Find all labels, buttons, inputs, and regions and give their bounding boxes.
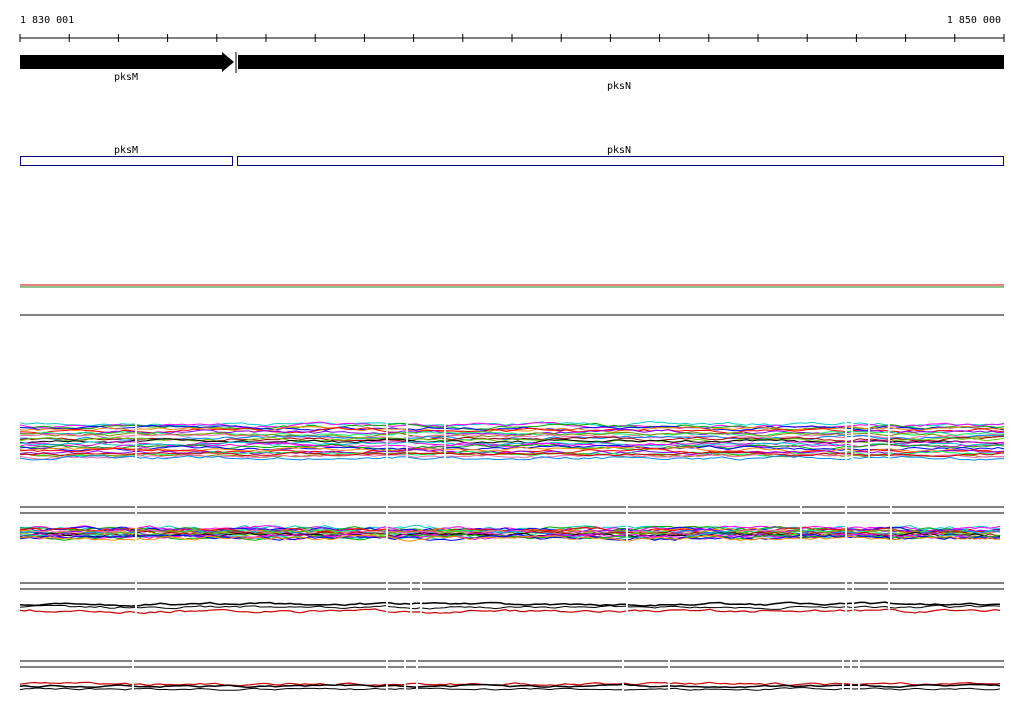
signal-track-multicolor-1 (19, 418, 1005, 462)
coverage-gap (406, 418, 408, 462)
coverage-gap (668, 658, 670, 700)
coverage-gap (420, 580, 422, 622)
signal-track-red-black-2 (19, 658, 1004, 700)
signal-line (19, 454, 1004, 461)
ruler-end-label: 1 850 000 (947, 15, 1001, 26)
gene-label-pksM: pksM (114, 72, 138, 83)
coverage-gap (800, 505, 802, 550)
annotation-box-pksN[interactable] (237, 156, 1004, 166)
coverage-gap (386, 418, 388, 462)
coordinate-ruler: 1 830 001 1 850 000 (19, 15, 1005, 42)
coverage-gap (868, 418, 870, 462)
coverage-gap (850, 658, 852, 700)
coverage-gap (842, 658, 844, 700)
signal-track-multicolor-2 (19, 505, 1004, 550)
annotation-track: pksM pksN (20, 145, 1004, 166)
coverage-gap (845, 505, 847, 550)
coverage-gap (626, 505, 628, 550)
coverage-gap (858, 658, 860, 700)
coverage-gap (888, 580, 890, 622)
coverage-gap (416, 658, 418, 700)
coverage-gap (404, 658, 406, 700)
coverage-gap (386, 580, 388, 622)
coverage-gap (622, 658, 624, 700)
ruler-ticks (19, 34, 1005, 42)
annotation-box-pksM[interactable] (20, 156, 233, 166)
coverage-gap (845, 580, 847, 622)
coverage-gap (845, 418, 847, 462)
coverage-gap (132, 658, 134, 700)
coverage-gap (410, 580, 412, 622)
coverage-gap (386, 505, 388, 550)
genome-view: 1 830 001 1 850 000 pksM pksN pksM pksN (19, 15, 1005, 700)
gene-label-pksN: pksN (607, 81, 631, 92)
coverage-gap (386, 658, 388, 700)
feature-line-track (20, 284, 1004, 316)
coverage-gap (890, 505, 892, 550)
gene-arrow-pksM[interactable] (20, 52, 234, 72)
coverage-gap (852, 580, 854, 622)
genome-browser: 1 830 001 1 850 000 pksM pksN pksM pksN (0, 0, 1024, 714)
ruler-start-label: 1 830 001 (20, 15, 74, 26)
signal-line-black (19, 687, 1001, 691)
gene-track: pksM pksN (20, 52, 1004, 92)
coverage-gap (444, 418, 446, 462)
annotation-label-pksN: pksN (607, 145, 631, 156)
coverage-gap (135, 505, 137, 550)
coverage-gap (888, 418, 890, 462)
coverage-gap (851, 418, 853, 462)
coverage-gap (135, 418, 137, 462)
coverage-gap (135, 580, 137, 622)
annotation-label-pksM: pksM (114, 145, 138, 156)
coverage-gap (626, 580, 628, 622)
signal-track-red-black-1 (19, 580, 1004, 622)
gene-bar-pksN[interactable] (238, 55, 1004, 69)
